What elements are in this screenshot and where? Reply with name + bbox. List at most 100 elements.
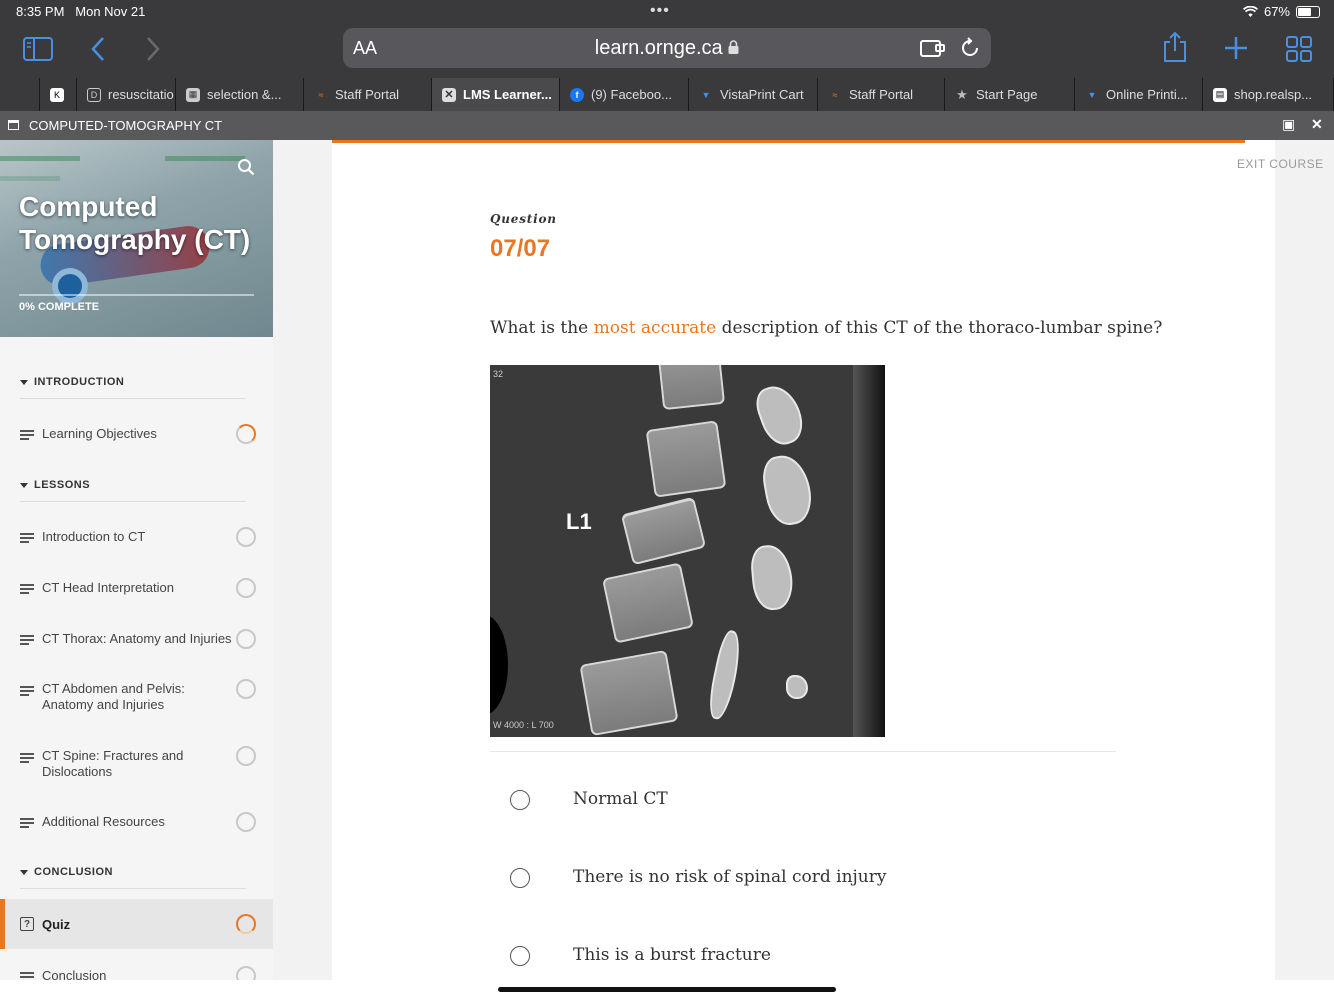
tab-shop[interactable]: ▤ shop.realsp... <box>1203 78 1334 111</box>
course-sidebar: Computed Tomography (CT) 0% COMPLETE INT… <box>0 140 273 1000</box>
quiz-icon: ? <box>20 917 34 931</box>
caret-down-icon <box>20 379 28 385</box>
restore-icon[interactable]: ▣ <box>1282 116 1295 133</box>
tab-resuscitation[interactable]: Dresuscitatio <box>77 78 176 111</box>
tab-vistaprint[interactable]: ▼ VistaPrint Cart <box>689 78 818 111</box>
sidebar-item-learning-objectives[interactable]: Learning Objectives <box>0 424 273 444</box>
course-window-title: COMPUTED-TOMOGRAPHY CT <box>29 118 223 133</box>
url-text[interactable]: learn.ornge.ca <box>343 37 991 60</box>
radio-button[interactable] <box>510 868 530 888</box>
lesson-icon <box>20 584 34 594</box>
tab-bar: K Dresuscitatio ▦ selection &... ≈ Staff P… <box>0 78 1334 111</box>
progress-ring-icon <box>236 578 256 598</box>
tab-staff-portal-2[interactable]: ≈ Staff Portal <box>818 78 945 111</box>
new-tab-icon[interactable] <box>1224 36 1248 60</box>
active-indicator <box>0 899 5 949</box>
search-icon[interactable] <box>237 158 255 176</box>
back-icon[interactable] <box>90 36 106 62</box>
status-time: 8:35 PM Mon Nov 21 <box>16 4 146 19</box>
sidebar-item-additional-resources[interactable]: Additional Resources <box>0 812 273 832</box>
course-progress-bar <box>19 294 254 296</box>
course-title: Computed Tomography (CT) <box>19 191 251 255</box>
vertebra-label: L1 <box>566 509 592 534</box>
exit-course-button[interactable]: EXIT COURSE <box>1237 157 1324 171</box>
tab-start-page[interactable]: ★ Start Page <box>945 78 1075 111</box>
tab-staff-portal[interactable]: ≈ Staff Portal <box>304 78 432 111</box>
sidebar-toggle-icon[interactable] <box>23 37 53 61</box>
bone-fragment <box>786 675 808 699</box>
lesson-icon <box>20 686 34 696</box>
reload-icon[interactable] <box>959 37 981 59</box>
tab-online-printing[interactable]: ▼ Online Printi... <box>1075 78 1203 111</box>
sidebar-item-ct-thorax[interactable]: CT Thorax: Anatomy and Injuries <box>0 629 273 649</box>
section-lessons[interactable]: LESSONS <box>20 479 246 502</box>
spinous-process <box>759 451 816 529</box>
sidebar-item-ct-head[interactable]: CT Head Interpretation <box>0 578 273 598</box>
course-hero: Computed Tomography (CT) 0% COMPLETE <box>0 140 273 337</box>
divider <box>20 888 246 889</box>
progress-ring-icon <box>236 679 256 699</box>
answer-option[interactable]: There is no risk of spinal cord injury <box>490 858 1116 898</box>
question-text: What is the most accurate description of… <box>490 318 1163 338</box>
progress-ring-icon <box>236 527 256 547</box>
divider <box>20 501 246 502</box>
question-card: Question 07/07 What is the most accurate… <box>332 140 1275 980</box>
forward-icon[interactable] <box>145 36 161 62</box>
close-tab-icon[interactable]: ✕ <box>442 87 456 102</box>
vertebra <box>579 649 679 737</box>
lesson-icon <box>20 533 34 543</box>
ornge-favicon-icon: ≈ <box>318 89 324 100</box>
multitasking-dots-icon[interactable]: ••• <box>650 2 670 20</box>
spinous-process <box>749 543 795 612</box>
image-slice-number: 32 <box>493 369 504 379</box>
battery-icon <box>1296 5 1320 18</box>
sidebar-item-ct-spine[interactable]: CT Spine: Fractures and Dislocations <box>0 746 273 780</box>
caret-down-icon <box>20 869 28 875</box>
tab-pinned-app[interactable]: K <box>40 78 77 111</box>
extension-icon[interactable] <box>920 38 946 58</box>
tab-lms-learner[interactable]: ✕ LMS Learner... <box>432 78 560 111</box>
progress-ring-icon <box>236 914 256 934</box>
close-icon[interactable]: ✕ <box>1311 116 1323 133</box>
status-bar: 8:35 PM Mon Nov 21 ••• 67% <box>0 0 1334 24</box>
progress-line <box>332 140 1245 143</box>
tab-facebook[interactable]: f (9) Faceboo... <box>560 78 689 111</box>
address-bar[interactable]: AA learn.ornge.ca <box>343 28 991 68</box>
radio-button[interactable] <box>510 946 530 966</box>
sidebar-item-introduction-to-ct[interactable]: Introduction to CT <box>0 527 273 547</box>
caret-down-icon <box>20 482 28 488</box>
sidebar-item-ct-abdomen[interactable]: CT Abdomen and Pelvis: Anatomy and Injur… <box>0 679 273 713</box>
tab-pinned-blank[interactable] <box>0 78 40 111</box>
battery-percent: 67% <box>1263 4 1290 19</box>
main-content: Question 07/07 What is the most accurate… <box>273 140 1334 980</box>
star-icon: ★ <box>956 86 968 102</box>
share-icon[interactable] <box>1162 31 1188 63</box>
ornge-favicon-icon: ≈ <box>832 89 838 100</box>
lock-icon <box>728 40 739 54</box>
hero-cap-image <box>52 268 88 304</box>
sidebar-item-quiz[interactable]: ? Quiz <box>0 899 273 949</box>
tab-selection[interactable]: ▦ selection &... <box>176 78 304 111</box>
lesson-icon <box>20 753 34 763</box>
radio-button[interactable] <box>510 790 530 810</box>
lesson-icon <box>20 818 34 828</box>
question-label: Question <box>490 212 557 226</box>
progress-ring-icon <box>236 424 256 444</box>
status-right: 67% <box>1242 4 1320 19</box>
site-favicon-icon: ▦ <box>186 87 200 102</box>
home-indicator[interactable] <box>498 987 836 992</box>
tab-overview-icon[interactable] <box>1286 36 1312 62</box>
d-favicon-icon: D <box>87 87 101 102</box>
fractured-vertebra-l1 <box>620 496 707 566</box>
hero-decoration <box>165 156 245 161</box>
browser-toolbar: AA learn.ornge.ca <box>0 24 1334 78</box>
progress-ring-icon <box>236 812 256 832</box>
answer-option[interactable]: Normal CT <box>490 780 1116 820</box>
section-conclusion[interactable]: CONCLUSION <box>20 866 246 889</box>
section-introduction[interactable]: INTRODUCTION <box>20 376 246 399</box>
ct-spine-image: L1 32 W 4000 : L 700 <box>490 365 885 737</box>
divider <box>20 398 246 399</box>
answer-option[interactable]: This is a burst fracture <box>490 936 1116 976</box>
ct-air-region <box>490 615 508 715</box>
progress-ring-icon <box>236 746 256 766</box>
